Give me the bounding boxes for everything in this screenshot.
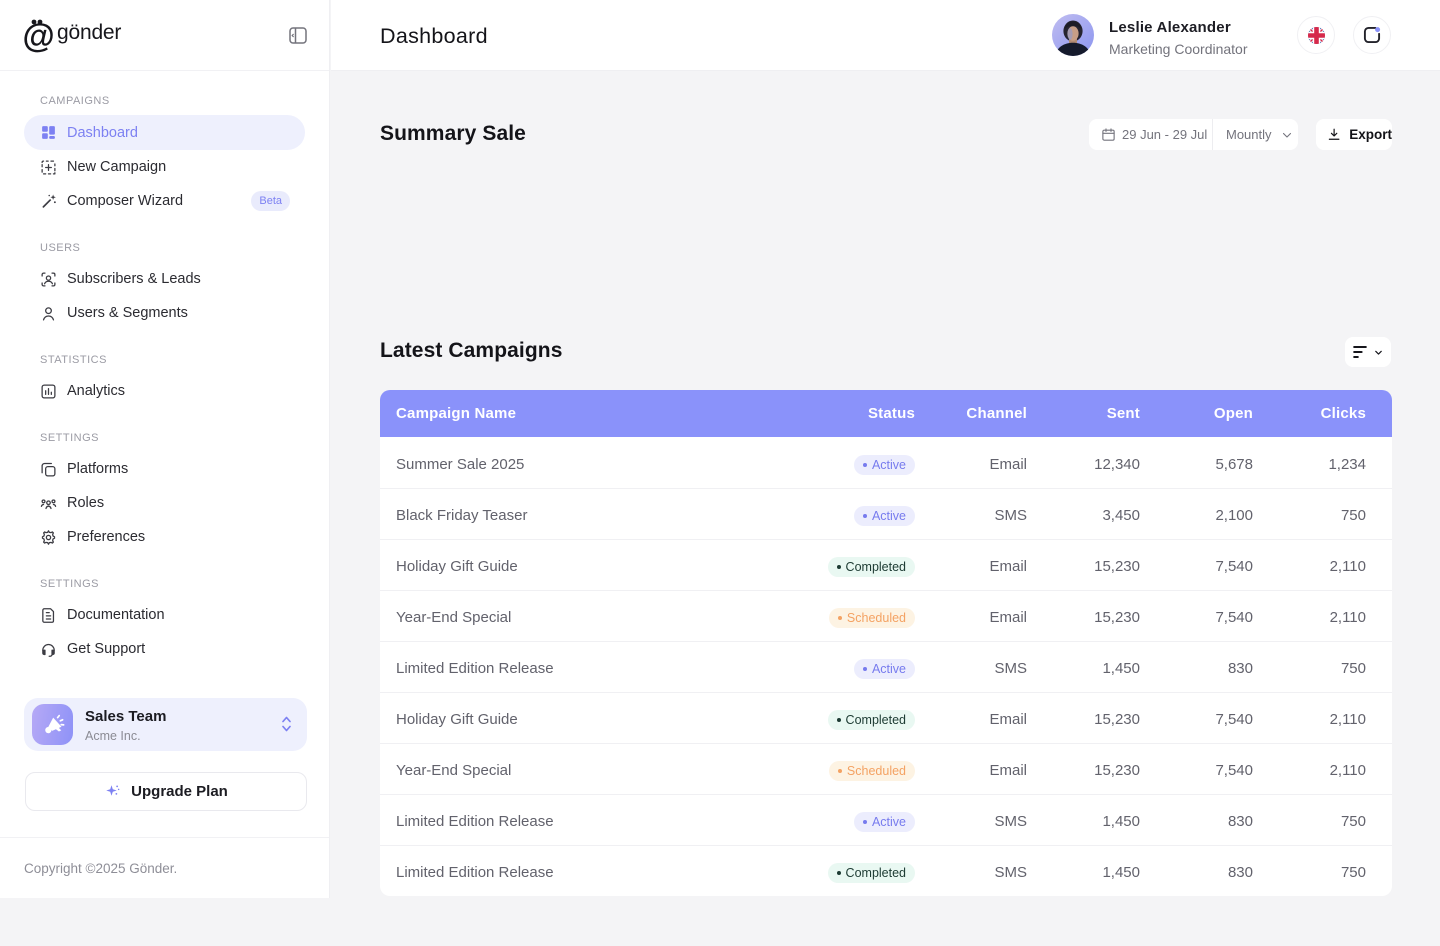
svg-text:@: @ xyxy=(23,17,55,54)
